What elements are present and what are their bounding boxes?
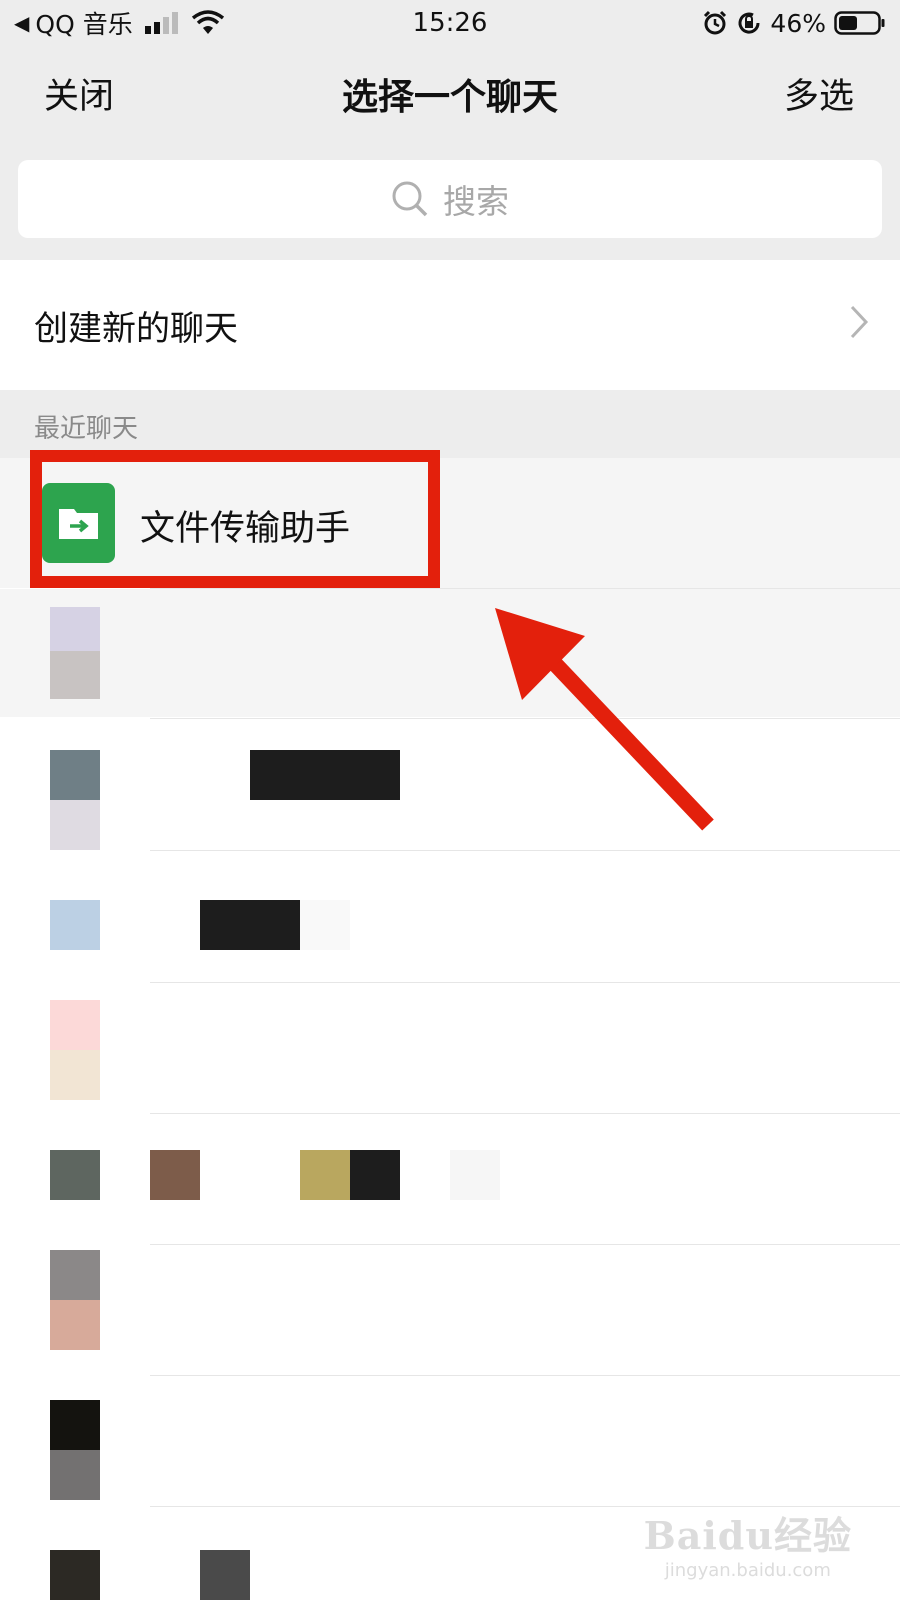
redacted-name bbox=[250, 750, 400, 800]
create-new-chat-label: 创建新的聊天 bbox=[34, 308, 238, 349]
redacted-name bbox=[450, 1150, 500, 1200]
pixelated-avatar bbox=[50, 1250, 100, 1300]
battery-icon bbox=[834, 11, 885, 35]
redacted-name bbox=[200, 1550, 250, 1600]
battery-percent: 46% bbox=[770, 8, 826, 38]
watermark-brand: Baidu经验 bbox=[643, 1513, 852, 1558]
page-title: 选择一个聊天 bbox=[341, 77, 558, 118]
pixelated-avatar bbox=[50, 1300, 100, 1350]
row-divider bbox=[150, 1113, 900, 1114]
create-new-chat-row[interactable]: 创建新的聊天 bbox=[0, 260, 900, 390]
redacted-name bbox=[300, 900, 350, 950]
pixelated-avatar bbox=[50, 651, 100, 699]
pixelated-avatar bbox=[50, 1050, 100, 1100]
pixelated-avatar bbox=[50, 1550, 100, 1600]
row-divider bbox=[150, 850, 900, 851]
search-icon bbox=[392, 181, 428, 217]
redacted-name bbox=[300, 1150, 350, 1200]
watermark-site: jingyan.baidu.com bbox=[664, 1560, 831, 1581]
search-placeholder: 搜索 bbox=[443, 182, 509, 221]
redacted-name bbox=[200, 900, 300, 950]
pixelated-avatar bbox=[50, 750, 100, 800]
status-bar-right: 46% bbox=[702, 4, 886, 42]
row-divider bbox=[150, 982, 900, 983]
pixelated-avatar bbox=[50, 1400, 100, 1450]
chat-row[interactable] bbox=[0, 589, 900, 717]
multi-select-button[interactable]: 多选 bbox=[784, 68, 854, 119]
pixelated-avatar bbox=[50, 900, 100, 950]
pixelated-avatar bbox=[50, 1000, 100, 1050]
alarm-icon bbox=[704, 10, 727, 35]
rotation-lock-icon bbox=[738, 12, 760, 34]
pixelated-avatar bbox=[50, 800, 100, 850]
redacted-name bbox=[150, 1150, 200, 1200]
pixelated-avatar bbox=[50, 1150, 100, 1200]
annotation-arrow-icon bbox=[495, 608, 714, 831]
redacted-name bbox=[350, 1150, 400, 1200]
row-divider bbox=[150, 1244, 900, 1245]
search-input[interactable]: 搜索 bbox=[18, 160, 882, 238]
watermark: Baidu经验 jingyan.baidu.com bbox=[644, 1505, 852, 1581]
pixelated-avatar bbox=[50, 1450, 100, 1500]
pixelated-avatar bbox=[50, 607, 100, 651]
recent-section-label: 最近聊天 bbox=[34, 414, 139, 444]
highlight-box bbox=[30, 450, 440, 588]
chevron-right-icon bbox=[850, 305, 869, 339]
row-divider bbox=[150, 588, 900, 589]
row-divider bbox=[150, 1375, 900, 1376]
